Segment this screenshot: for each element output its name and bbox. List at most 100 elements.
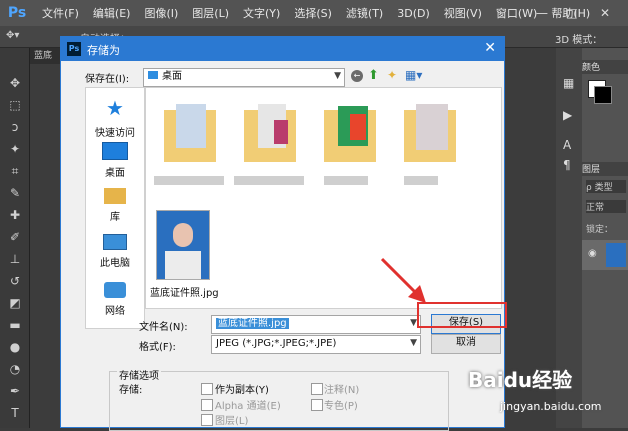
visibility-eye-icon[interactable]: ◉ <box>588 248 597 259</box>
pen-tool-icon[interactable]: ✒ <box>7 384 23 398</box>
gradient-tool-icon[interactable]: ▬ <box>7 318 23 332</box>
file-name-value: 蓝底证件照.jpg <box>216 318 289 329</box>
folder-item[interactable] <box>404 100 462 168</box>
background-color-swatch[interactable] <box>594 86 612 104</box>
marquee-tool-icon[interactable]: ⬚ <box>7 98 23 112</box>
minimize-button[interactable]: — <box>536 0 548 26</box>
notes-checkbox[interactable] <box>311 383 323 395</box>
file-caption: 蓝底证件照.jpg <box>150 288 219 299</box>
save-in-value: 桌面 <box>162 71 182 82</box>
menu-view[interactable]: 视图(V) <box>444 5 482 21</box>
menu-layer[interactable]: 图层(L) <box>192 5 229 21</box>
place-label: 桌面 <box>105 168 125 179</box>
save-as-dialog: Ps 存储为 ✕ 保存在(I): 桌面 ▼ ← ⬆ ✦ ▦▾ ★ 快速访问 桌面… <box>60 36 505 431</box>
spot-label: 专色(P) <box>324 401 358 412</box>
menu-select[interactable]: 选择(S) <box>294 5 332 21</box>
eyedropper-icon[interactable]: ✎ <box>7 186 23 200</box>
cancel-button[interactable]: 取消 <box>431 334 501 354</box>
format-select[interactable]: JPEG (*.JPG;*.JPEG;*.JPE) ▼ <box>211 335 421 354</box>
healing-brush-icon[interactable]: ✚ <box>7 208 23 222</box>
back-arrow-icon[interactable]: ← <box>351 70 363 82</box>
place-network[interactable]: 网络 <box>86 282 144 317</box>
star-icon: ★ <box>106 96 124 120</box>
layers-label: 图层(L) <box>215 416 249 427</box>
menu-image[interactable]: 图像(I) <box>144 5 178 21</box>
new-folder-icon[interactable]: ✦ <box>387 68 397 82</box>
spot-checkbox[interactable] <box>311 399 323 411</box>
dialog-close-icon[interactable]: ✕ <box>484 40 496 56</box>
menu-3d[interactable]: 3D(D) <box>397 7 430 20</box>
blur-tool-icon[interactable]: ● <box>7 340 23 354</box>
photoshop-logo: Ps <box>7 5 27 21</box>
file-list: 蓝底证件照.jpg <box>145 87 502 309</box>
save-in-label: 保存在(I): <box>85 74 130 85</box>
crop-tool-icon[interactable]: ⌗ <box>7 164 23 178</box>
menu-filter[interactable]: 滤镜(T) <box>346 5 383 21</box>
stamp-tool-icon[interactable]: ⊥ <box>7 252 23 266</box>
layer-row[interactable]: ◉ <box>582 240 628 270</box>
place-library[interactable]: 库 <box>86 188 144 223</box>
dodge-tool-icon[interactable]: ◔ <box>7 362 23 376</box>
network-icon <box>104 282 126 298</box>
actions-panel-icon[interactable]: ▶ <box>563 108 572 122</box>
file-name-input[interactable]: 蓝底证件照.jpg ▼ <box>211 315 421 334</box>
text-tool-icon[interactable]: T <box>7 406 23 420</box>
desktop-folder-icon <box>148 71 158 79</box>
up-folder-icon[interactable]: ⬆ <box>368 68 379 83</box>
document-tab[interactable]: 蓝底 <box>30 48 60 64</box>
toolbox: ✥ ⬚ ↄ ✦ ⌗ ✎ ✚ ✐ ⊥ ↺ ◩ ▬ ● ◔ ✒ T <box>0 48 30 428</box>
restore-button[interactable]: □ <box>566 0 577 26</box>
library-icon <box>104 188 126 204</box>
as-copy-checkbox[interactable] <box>201 383 213 395</box>
computer-icon <box>103 234 127 250</box>
as-copy-label: 作为副本(Y) <box>215 385 269 396</box>
close-window-button[interactable]: ✕ <box>600 0 610 26</box>
menu-file[interactable]: 文件(F) <box>42 5 79 21</box>
character-panel-icon[interactable]: A <box>563 138 571 152</box>
menu-type[interactable]: 文字(Y) <box>243 5 280 21</box>
lock-label: 锁定： <box>586 225 614 235</box>
alpha-label: Alpha 通道(E) <box>215 401 281 412</box>
photoshop-app-icon: Ps <box>67 42 81 56</box>
dialog-titlebar: Ps 存储为 ✕ <box>61 37 504 61</box>
color-panel-tab[interactable]: 颜色 <box>582 60 628 74</box>
history-panel-icon[interactable]: ▦ <box>563 76 574 90</box>
layer-kind-filter[interactable]: ρ 类型 <box>586 180 626 193</box>
right-panel: 颜色 图层 ρ 类型 正常 锁定： ◉ <box>582 48 628 428</box>
view-menu-icon[interactable]: ▦▾ <box>405 68 422 82</box>
desktop-icon <box>102 142 128 160</box>
place-desktop[interactable]: 桌面 <box>86 142 144 179</box>
place-label: 库 <box>110 212 120 223</box>
place-this-pc[interactable]: 此电脑 <box>86 234 144 269</box>
brush-tool-icon[interactable]: ✐ <box>7 230 23 244</box>
chevron-down-icon: ▼ <box>410 318 417 328</box>
notes-label: 注释(N) <box>324 385 360 396</box>
paragraph-panel-icon[interactable]: ¶ <box>563 158 571 172</box>
move-tool-icon[interactable]: ✥ <box>7 76 23 90</box>
layers-panel-tab[interactable]: 图层 <box>582 162 628 176</box>
save-options-title: 存储选项 <box>117 367 161 382</box>
history-brush-icon[interactable]: ↺ <box>7 274 23 288</box>
layers-checkbox[interactable] <box>201 414 213 426</box>
blend-mode-select[interactable]: 正常 <box>586 200 626 213</box>
id-photo-thumbnail <box>156 210 210 280</box>
3d-mode-label: 3D 模式： <box>555 35 603 46</box>
menu-window[interactable]: 窗口(W) <box>496 5 537 21</box>
file-name-label: 文件名(N): <box>139 322 188 333</box>
baidu-watermark-url: jingyan.baidu.com <box>500 400 602 413</box>
magic-wand-icon[interactable]: ✦ <box>7 142 23 156</box>
lasso-tool-icon[interactable]: ↄ <box>7 120 23 134</box>
alpha-checkbox[interactable] <box>201 399 213 411</box>
save-in-select[interactable]: 桌面 ▼ <box>143 68 345 87</box>
place-quick-access[interactable]: ★ 快速访问 <box>86 96 144 139</box>
photo-file-item[interactable] <box>156 210 214 280</box>
folder-item[interactable] <box>324 100 382 168</box>
baidu-watermark: Baidu经验 <box>468 368 573 392</box>
move-tool-icon[interactable]: ✥▾ <box>6 30 19 41</box>
store-label: 存储: <box>119 385 143 396</box>
annotation-arrow-icon <box>380 257 426 303</box>
menu-edit[interactable]: 编辑(E) <box>93 5 131 21</box>
folder-item[interactable] <box>164 100 222 168</box>
eraser-tool-icon[interactable]: ◩ <box>7 296 23 310</box>
folder-item[interactable] <box>244 100 302 168</box>
